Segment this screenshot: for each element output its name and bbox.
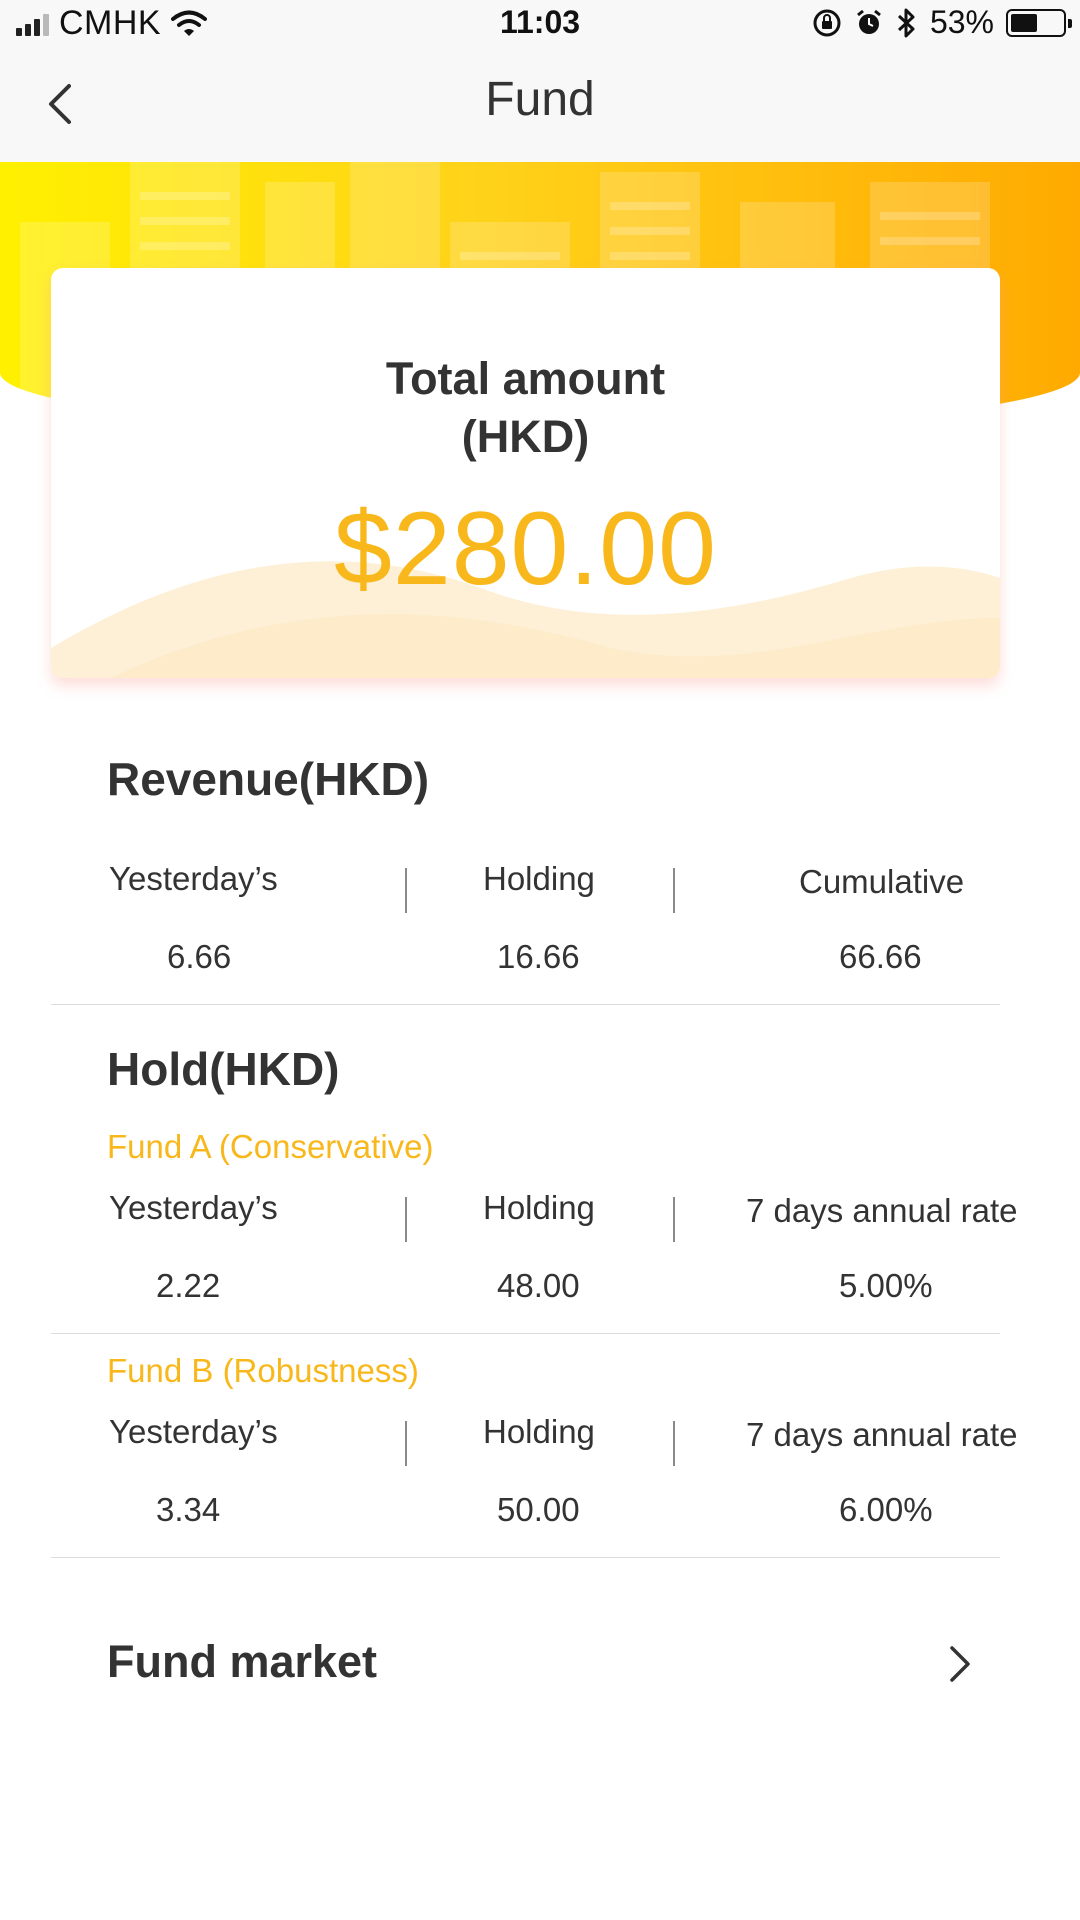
currency-label: (HKD) [461,411,590,462]
rotation-lock-icon [813,9,841,36]
navigation-bar: Fund [0,44,1080,162]
battery-percent: 53% [929,4,994,40]
stat-label: Holding [483,1189,595,1226]
page-title: Fund [485,73,595,126]
stat-annual-rate: 7 days annual rate 5.00% [675,1189,1018,1319]
stat-value: 5.00% [839,1267,933,1304]
stat-label: Yesterday’s [109,1413,278,1450]
battery-level [1011,13,1037,32]
stat-holding: Holding 16.66 [407,860,675,990]
bluetooth-icon [897,8,915,37]
stat-yesterday: Yesterday’s 6.66 [51,860,401,990]
total-amount-value: $280.00 [334,491,717,607]
stat-value: 48.00 [497,1267,580,1304]
stat-holding: Holding 50.00 [407,1413,675,1543]
stat-label: Holding [483,1413,595,1450]
stat-value: 2.22 [156,1267,221,1304]
stat-label: Yesterday’s [109,860,278,897]
stat-value: 6.66 [167,938,232,975]
section-divider [51,1557,1000,1558]
alarm-icon [857,9,881,34]
stat-yesterday: Yesterday’s 2.22 [51,1189,401,1319]
stat-value: 6.00% [839,1491,933,1528]
fund-b-stats[interactable]: Yesterday’s 3.34 Holding 50.00 7 days an… [51,1413,1018,1543]
chevron-right-icon [950,1646,970,1682]
stat-label: Cumulative [799,863,965,900]
fund-b-name[interactable]: Fund B (Robustness) [107,1352,419,1390]
stat-holding: Holding 48.00 [407,1189,675,1319]
revenue-stats: Yesterday’s 6.66 Holding 16.66 Cumulativ… [51,860,1000,990]
stat-value: 16.66 [497,938,580,975]
stat-label: Holding [483,860,595,897]
fund-market-label: Fund market [107,1636,378,1687]
total-amount-label: Total amount [385,353,666,404]
fund-a-stats[interactable]: Yesterday’s 2.22 Holding 48.00 7 days an… [51,1189,1018,1319]
section-divider [51,1004,1000,1005]
stat-label: Yesterday’s [109,1189,278,1226]
fund-divider [51,1333,1000,1334]
stat-label: 7 days annual rate [746,1192,1018,1229]
stat-value: 66.66 [839,938,922,975]
stat-value: 50.00 [497,1491,580,1528]
battery-icon [1006,8,1072,37]
stat-yesterday: Yesterday’s 3.34 [51,1413,401,1543]
revenue-section-title: Revenue(HKD) [107,753,430,805]
total-amount-card: Total amount (HKD) $280.00 [51,268,1000,678]
stat-annual-rate: 7 days annual rate 6.00% [675,1413,1018,1543]
fund-market-link[interactable]: Fund market [51,1620,1000,1710]
fund-a-name[interactable]: Fund A (Conservative) [107,1128,434,1166]
status-bar: CMHK 11:03 53% [0,0,1080,44]
stat-value: 3.34 [156,1491,221,1528]
stat-label: 7 days annual rate [746,1416,1018,1453]
hold-section-title: Hold(HKD) [107,1043,340,1095]
stat-cumulative: Cumulative 66.66 [675,860,1000,990]
total-amount-title: Total amount (HKD) [51,350,1000,466]
